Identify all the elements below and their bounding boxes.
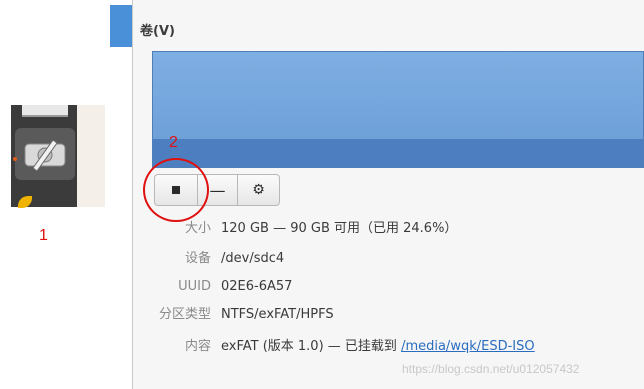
info-value: /dev/sdc4: [221, 251, 285, 266]
minus-label: —: [209, 180, 226, 200]
partition-options-button[interactable]: ⚙: [238, 174, 280, 206]
volume-partition-usage: [153, 139, 643, 167]
info-key: 分区类型: [158, 307, 211, 322]
info-value: 02E6-6A57: [221, 279, 293, 294]
info-value: NTFS/exFAT/HPFS: [221, 307, 334, 322]
info-value: 120 GB — 90 GB 可用（已用 24.6%）: [221, 221, 458, 236]
contents-text: exFAT (版本 1.0) — 已挂载到: [221, 339, 402, 354]
info-value: exFAT (版本 1.0) — 已挂载到 /media/wqk/ESD-ISO: [221, 337, 535, 357]
info-key: 大小: [184, 221, 211, 236]
volume-partition-bar[interactable]: [152, 51, 644, 168]
annotation-circle: [143, 158, 209, 222]
disks-app-icon[interactable]: [15, 128, 75, 180]
running-indicator: [13, 157, 17, 161]
info-key: 内容: [184, 339, 211, 354]
gear-icon: ⚙: [252, 182, 265, 198]
annotation-marker-2: 2: [169, 134, 178, 151]
mount-point-link[interactable]: /media/wqk/ESD-ISO: [401, 339, 535, 354]
sidebar-selection-accent: [110, 5, 132, 47]
volume-section-title: 卷(V): [140, 24, 175, 39]
launcher-tile-top: [22, 105, 68, 117]
info-key: 设备: [184, 251, 211, 266]
watermark: https://blog.csdn.net/u012057432: [402, 362, 580, 376]
annotation-marker-1: 1: [39, 227, 48, 244]
info-key: UUID: [178, 279, 211, 294]
